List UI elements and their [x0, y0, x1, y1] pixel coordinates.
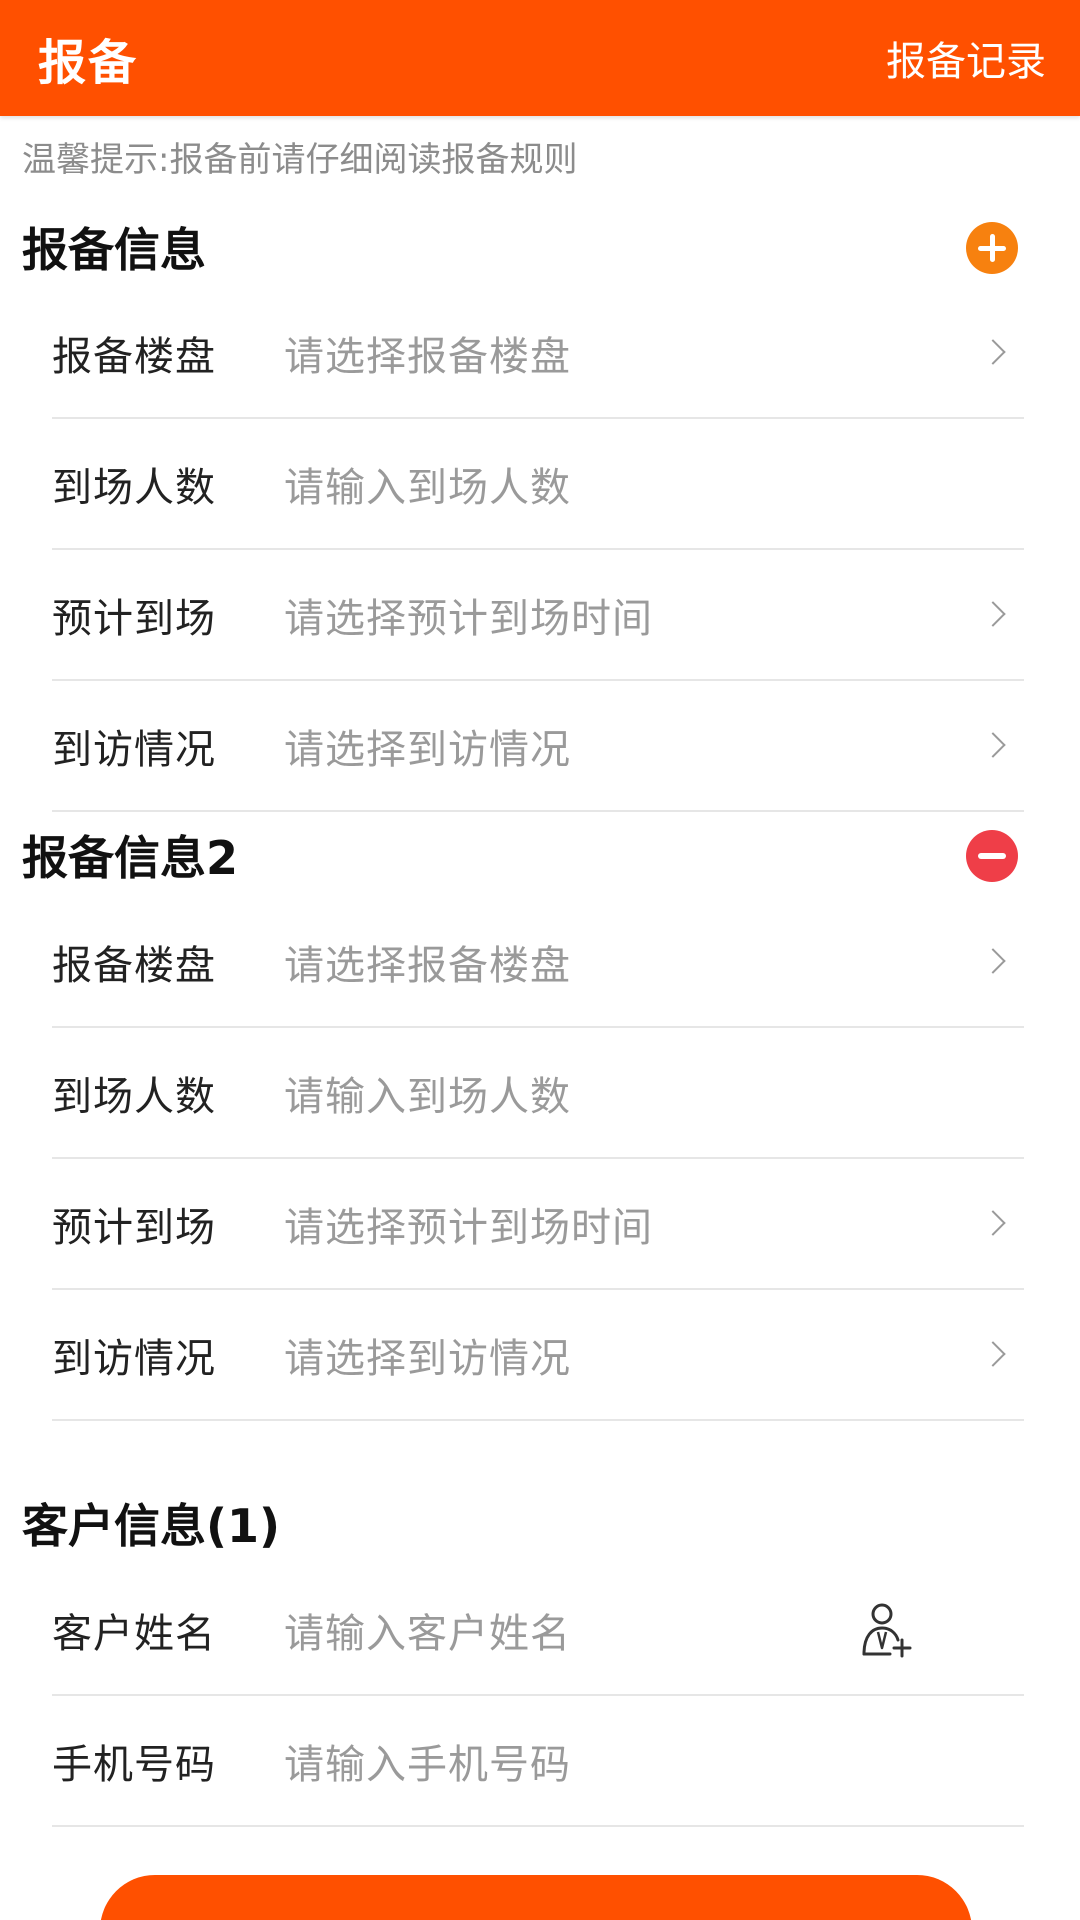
- building-select[interactable]: 请选择报备楼盘: [284, 324, 571, 382]
- add-person-icon[interactable]: [860, 1602, 912, 1658]
- row-arrival-time[interactable]: 预计到场 请选择预计到场时间: [52, 1159, 1024, 1290]
- customer-name-input[interactable]: 请输入客户姓名: [284, 1601, 571, 1659]
- chevron-right-icon: [980, 600, 1006, 627]
- chevron-right-icon: [980, 338, 1006, 365]
- add-section-button[interactable]: [966, 222, 1018, 274]
- row-label: 客户姓名: [52, 1610, 216, 1657]
- row-label: 预计到场: [52, 1204, 216, 1251]
- phone-input[interactable]: 请输入手机号码: [284, 1732, 571, 1790]
- report-page: 报备 报备记录 温馨提示:报备前请仔细阅读报备规则 报备信息 报备楼盘 请选择报…: [0, 0, 1080, 1920]
- row-label: 到访情况: [52, 1335, 216, 1382]
- row-building[interactable]: 报备楼盘 请选择报备楼盘: [52, 897, 1024, 1028]
- minus-circle-icon: [978, 853, 1006, 859]
- row-label: 报备楼盘: [52, 942, 216, 989]
- chevron-right-icon: [980, 1340, 1006, 1367]
- row-arrival-time[interactable]: 预计到场 请选择预计到场时间: [52, 550, 1024, 681]
- attendees-input[interactable]: 请输入到场人数: [284, 1064, 571, 1122]
- row-label: 手机号码: [52, 1741, 216, 1788]
- row-label: 到场人数: [52, 464, 216, 511]
- row-attendees[interactable]: 到场人数 请输入到场人数: [52, 1028, 1024, 1159]
- chevron-right-icon: [980, 947, 1006, 974]
- visit-status-select[interactable]: 请选择到访情况: [284, 1326, 571, 1384]
- section-title-customer-info: 客户信息(1): [22, 1499, 281, 1553]
- row-visit-status[interactable]: 到访情况 请选择到访情况: [52, 681, 1024, 812]
- chevron-right-icon: [980, 731, 1006, 758]
- row-visit-status[interactable]: 到访情况 请选择到访情况: [52, 1290, 1024, 1421]
- section-title-report-info: 报备信息: [22, 223, 206, 277]
- app-header: 报备 报备记录: [0, 0, 1080, 116]
- visit-status-select[interactable]: 请选择到访情况: [284, 717, 571, 775]
- row-label: 报备楼盘: [52, 333, 216, 380]
- attendees-input[interactable]: 请输入到场人数: [284, 455, 571, 513]
- row-phone[interactable]: 手机号码 请输入手机号码: [52, 1696, 1024, 1827]
- remove-section-button[interactable]: [966, 830, 1018, 882]
- submit-report-button[interactable]: [100, 1875, 972, 1920]
- row-building[interactable]: 报备楼盘 请选择报备楼盘: [52, 288, 1024, 419]
- row-label: 预计到场: [52, 595, 216, 642]
- section-title-report-info-2: 报备信息2: [22, 831, 239, 885]
- building-select[interactable]: 请选择报备楼盘: [284, 933, 571, 991]
- row-customer-name[interactable]: 客户姓名 请输入客户姓名: [52, 1565, 1024, 1696]
- arrival-time-select[interactable]: 请选择预计到场时间: [284, 586, 653, 644]
- arrival-time-select[interactable]: 请选择预计到场时间: [284, 1195, 653, 1253]
- page-title: 报备: [38, 35, 139, 91]
- row-label: 到访情况: [52, 726, 216, 773]
- report-records-link[interactable]: 报备记录: [886, 29, 1046, 87]
- chevron-right-icon: [980, 1209, 1006, 1236]
- tip-text: 温馨提示:报备前请仔细阅读报备规则: [22, 140, 578, 180]
- row-attendees[interactable]: 到场人数 请输入到场人数: [52, 419, 1024, 550]
- row-label: 到场人数: [52, 1073, 216, 1120]
